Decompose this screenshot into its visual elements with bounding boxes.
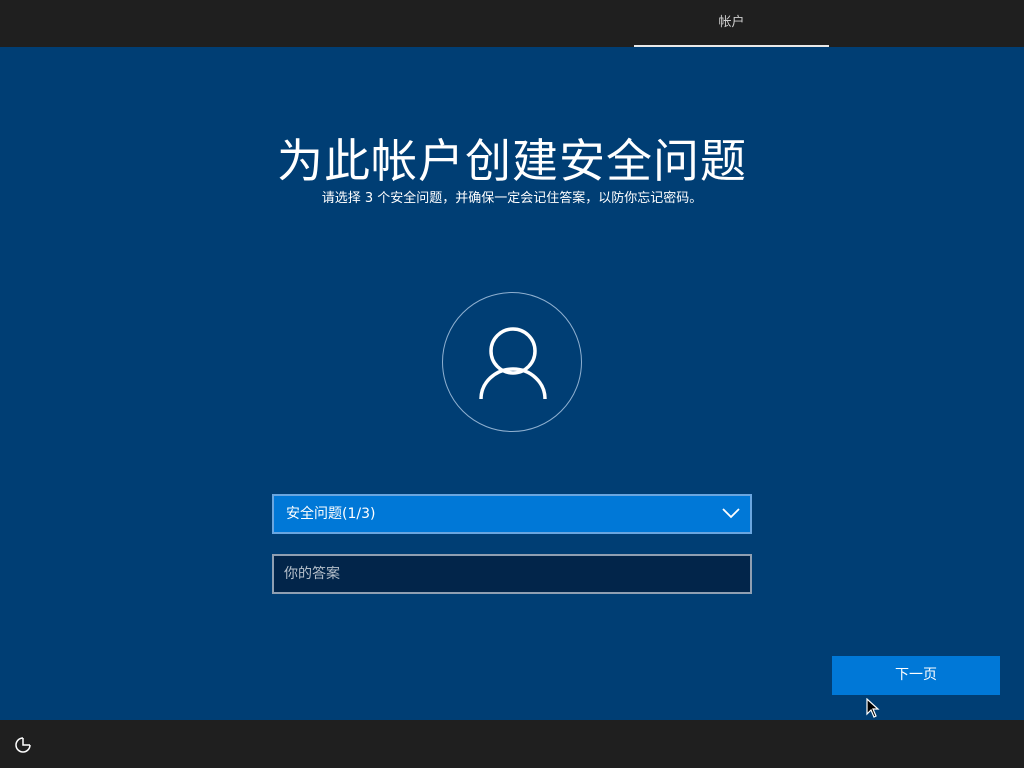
tab-account: 帐户 [634, 0, 829, 47]
mouse-cursor-icon [866, 698, 880, 718]
security-question-select[interactable]: 安全问题(1/3) [272, 494, 752, 534]
answer-input[interactable] [272, 554, 752, 594]
top-bar: 帐户 [0, 0, 1024, 47]
bottom-bar [0, 720, 1024, 768]
main-panel: 为此帐户创建安全问题 请选择 3 个安全问题，并确保一定会记住答案，以防你忘记密… [0, 47, 1024, 720]
avatar [442, 292, 582, 432]
ease-of-access-icon[interactable] [14, 736, 32, 754]
security-question-selected: 安全问题(1/3) [286, 506, 376, 522]
page-title: 为此帐户创建安全问题 [277, 134, 747, 188]
user-icon [479, 327, 547, 400]
chevron-down-icon [722, 508, 740, 519]
next-button[interactable]: 下一页 [832, 656, 1000, 695]
page-subtitle: 请选择 3 个安全问题，并确保一定会记住答案，以防你忘记密码。 [321, 191, 703, 206]
tab-account-label: 帐户 [718, 15, 745, 30]
